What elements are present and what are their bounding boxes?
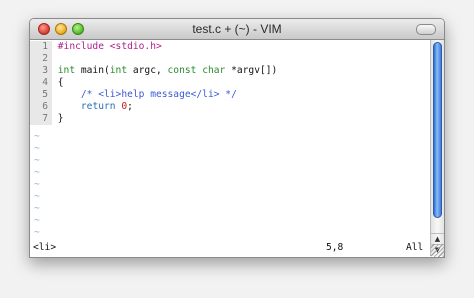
empty-buffer-line: ~ <box>34 239 40 240</box>
code-line[interactable]: 6 return 0; <box>30 101 133 113</box>
editor-area[interactable]: 1 #include <stdio.h> 2 3 int main(int arg… <box>30 40 430 240</box>
code-token: argc, <box>127 65 168 76</box>
status-line: <li> 5,8 All <box>30 241 430 255</box>
empty-buffer-line: ~ <box>34 227 40 238</box>
empty-buffer-line: ~ <box>34 191 40 202</box>
code-token: } <box>57 113 64 124</box>
code-token: #include <box>57 41 110 52</box>
line-number: 6 <box>30 101 52 113</box>
code-token: int <box>109 65 128 76</box>
code-token: ; <box>127 101 133 112</box>
empty-buffer-line: ~ <box>34 131 40 142</box>
status-message: <li> <box>33 242 57 253</box>
code-token: const <box>167 65 197 76</box>
code-line[interactable]: 2 <box>30 53 58 65</box>
empty-buffer-line: ~ <box>34 215 40 226</box>
code-token: /* <li>help message</li> */ <box>80 89 237 100</box>
empty-buffer-line: ~ <box>34 203 40 214</box>
code-line[interactable]: 3 int main(int argc, const char *argv[]) <box>30 65 277 77</box>
code-token: { <box>57 77 64 88</box>
line-number: 5 <box>30 89 52 101</box>
title-bar[interactable]: test.c + (~) - VIM <box>30 19 444 40</box>
line-number: 4 <box>30 77 52 89</box>
code-line[interactable]: 7 } <box>30 113 64 125</box>
empty-buffer-line: ~ <box>34 167 40 178</box>
toolbar-toggle-button[interactable] <box>416 24 436 35</box>
empty-buffer-line: ~ <box>34 179 40 190</box>
line-number: 3 <box>30 65 52 77</box>
empty-buffer-line: ~ <box>34 143 40 154</box>
scroll-percent: All <box>406 242 424 253</box>
cursor-position: 5,8 <box>326 242 344 253</box>
line-number: 1 <box>30 41 52 53</box>
vim-window: test.c + (~) - VIM 1 #include <stdio.h> 2… <box>29 18 445 258</box>
line-number: 7 <box>30 113 52 125</box>
code-token: main( <box>75 65 110 76</box>
window-title: test.c + (~) - VIM <box>192 22 282 36</box>
vertical-scrollbar[interactable]: ▲ ▼ <box>430 40 444 256</box>
code-token: *argv[]) <box>225 65 278 76</box>
code-token: char <box>202 65 226 76</box>
code-line[interactable]: 1 #include <stdio.h> <box>30 41 162 53</box>
code-token: int <box>57 65 76 76</box>
line-number: 2 <box>30 53 52 65</box>
code-line[interactable]: 5 /* <li>help message</li> */ <box>30 89 237 101</box>
code-token: return <box>80 101 116 112</box>
code-line[interactable]: 4 { <box>30 77 64 89</box>
scrollbar-thumb[interactable] <box>433 42 442 218</box>
empty-buffer-line: ~ <box>34 155 40 166</box>
resize-grip-icon[interactable] <box>431 244 444 257</box>
code-token: <stdio.h> <box>109 41 162 52</box>
